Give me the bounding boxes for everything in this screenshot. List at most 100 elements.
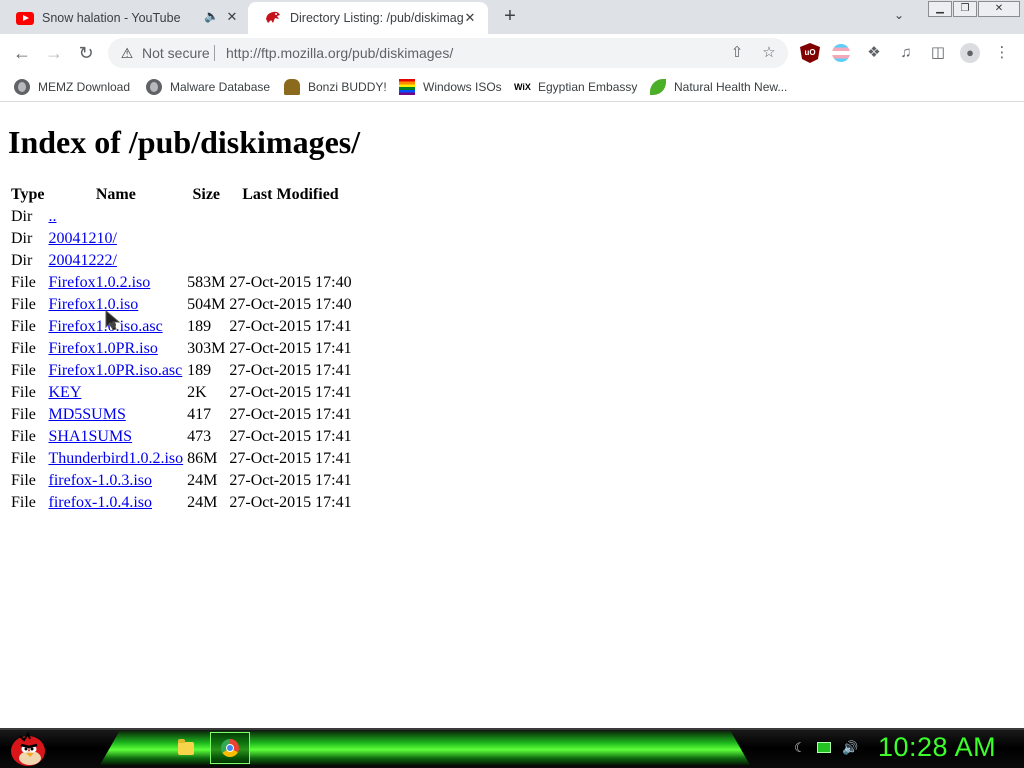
taskbar-chrome[interactable] bbox=[210, 732, 250, 764]
folder-icon bbox=[178, 738, 194, 755]
file-link[interactable]: Firefox1.0PR.iso bbox=[48, 340, 157, 357]
menu-kebab-icon[interactable]: ⋮ bbox=[992, 43, 1012, 63]
media-controls-icon[interactable]: ♫ bbox=[896, 43, 916, 63]
cell-type: File bbox=[11, 450, 36, 467]
cell-name: 20041222/ bbox=[47, 251, 184, 271]
cell-last-modified: 27-Oct-2015 17:41 bbox=[229, 450, 352, 467]
minimize-window-button[interactable]: ▁ bbox=[928, 1, 952, 17]
column-header-type: Type bbox=[11, 186, 45, 203]
bonzi-icon bbox=[284, 79, 300, 95]
cell-last-modified: 27-Oct-2015 17:40 bbox=[229, 296, 352, 313]
extensions-puzzle-icon[interactable]: ❖ bbox=[864, 43, 884, 63]
chrome-icon bbox=[221, 739, 239, 757]
file-link[interactable]: firefox-1.0.3.iso bbox=[48, 472, 152, 489]
cell-size: 189 bbox=[187, 362, 212, 379]
cell-name: .. bbox=[47, 207, 184, 227]
address-bar[interactable]: ⚠ Not secure http://ftp.mozilla.org/pub/… bbox=[108, 38, 788, 68]
share-icon[interactable]: ⇧ bbox=[728, 44, 746, 62]
cell-name: Firefox1.0PR.iso.asc bbox=[47, 361, 184, 381]
file-link[interactable]: Firefox1.0.2.iso bbox=[48, 274, 150, 291]
cell-last-modified: 27-Oct-2015 17:41 bbox=[229, 340, 352, 357]
bookmark-star-icon[interactable]: ☆ bbox=[760, 44, 778, 62]
close-tab-icon[interactable]: ✕ bbox=[224, 9, 240, 25]
profile-avatar-icon[interactable]: ● bbox=[960, 43, 980, 63]
browser-toolbar: ← → ↻ ⚠ Not secure http://ftp.mozilla.or… bbox=[0, 34, 1024, 72]
network-monitor-icon[interactable] bbox=[817, 742, 831, 753]
url-text[interactable]: http://ftp.mozilla.org/pub/diskimages/ bbox=[226, 45, 453, 61]
speaker-muted-icon[interactable]: 🔈 bbox=[204, 9, 219, 23]
file-link[interactable]: 20041222/ bbox=[48, 252, 116, 269]
bookmark-natural-health-news[interactable]: Natural Health New... bbox=[650, 76, 787, 98]
cell-type: File bbox=[11, 296, 36, 313]
cell-size: 24M bbox=[187, 472, 218, 489]
cell-name: 20041210/ bbox=[47, 229, 184, 249]
cell-size bbox=[186, 251, 226, 271]
back-button[interactable]: ← bbox=[10, 41, 34, 65]
start-angry-bird-icon[interactable] bbox=[4, 728, 52, 768]
forward-button[interactable]: → bbox=[42, 41, 66, 65]
cell-size: 189 bbox=[187, 318, 212, 335]
cell-last-modified: 27-Oct-2015 17:41 bbox=[229, 494, 352, 511]
table-row: Dir 20041210/ bbox=[10, 229, 353, 249]
taskbar-file-explorer[interactable] bbox=[166, 732, 206, 764]
table-row: File Thunderbird1.0.2.iso 86M 27-Oct-2015 1… bbox=[10, 449, 353, 469]
volume-icon[interactable]: 🔊 bbox=[842, 740, 858, 756]
wix-icon: WiX bbox=[514, 82, 531, 92]
cell-size: 504M bbox=[187, 296, 226, 313]
new-tab-button[interactable]: + bbox=[498, 4, 522, 28]
page-title: Index of /pub/diskimages/ bbox=[8, 124, 361, 160]
file-link[interactable]: SHA1SUMS bbox=[48, 428, 132, 445]
table-row: File Firefox1.0.iso 504M 27-Oct-2015 17:40 bbox=[10, 295, 353, 315]
reload-button[interactable]: ↻ bbox=[74, 41, 98, 65]
bookmark-memz-download[interactable]: MEMZ Download bbox=[14, 76, 130, 98]
cell-name: Thunderbird1.0.2.iso bbox=[47, 449, 184, 469]
cell-last-modified: 27-Oct-2015 17:41 bbox=[229, 472, 352, 489]
cell-type: File bbox=[11, 318, 36, 335]
file-link[interactable]: .. bbox=[48, 208, 56, 225]
tab-directory-listing[interactable]: Directory Listing: /pub/diskimag ✕ bbox=[248, 2, 488, 34]
bookmark-malware-database[interactable]: Malware Database bbox=[146, 76, 270, 98]
rainbow-flag-icon bbox=[399, 79, 415, 95]
cell-size: 86M bbox=[187, 450, 218, 467]
table-row: File MD5SUMS 417 27-Oct-2015 17:41 bbox=[10, 405, 353, 425]
restore-window-button[interactable]: ❐ bbox=[953, 1, 977, 17]
globe-icon bbox=[146, 79, 162, 95]
file-link[interactable]: Thunderbird1.0.2.iso bbox=[48, 450, 183, 467]
warning-icon[interactable]: ⚠ bbox=[118, 44, 136, 62]
bookmark-windows-isos[interactable]: Windows ISOs bbox=[399, 76, 502, 98]
file-link[interactable]: KEY bbox=[48, 384, 81, 401]
table-row: File firefox-1.0.3.iso 24M 27-Oct-2015 17:4… bbox=[10, 471, 353, 491]
close-tab-icon[interactable]: ✕ bbox=[462, 10, 478, 26]
file-link[interactable]: Firefox1.0PR.iso.asc bbox=[48, 362, 182, 379]
cell-size: 2K bbox=[187, 384, 207, 401]
bookmark-egyptian-embassy[interactable]: WiX Egyptian Embassy bbox=[514, 76, 637, 98]
close-window-button[interactable]: ✕ bbox=[978, 1, 1020, 17]
tray-app-icon[interactable]: ☾ bbox=[792, 740, 808, 756]
file-link[interactable]: Firefox1.0.iso bbox=[48, 296, 138, 313]
tab-search-chevron-icon[interactable]: ⌄ bbox=[894, 8, 904, 22]
cell-size bbox=[186, 207, 226, 227]
bookmark-label: Natural Health New... bbox=[674, 80, 788, 94]
security-status[interactable]: Not secure bbox=[142, 45, 210, 61]
file-link[interactable]: 20041210/ bbox=[48, 230, 116, 247]
cell-last-modified bbox=[228, 207, 352, 227]
mouse-cursor-icon bbox=[105, 309, 121, 331]
file-link[interactable]: firefox-1.0.4.iso bbox=[48, 494, 152, 511]
cell-last-modified: 27-Oct-2015 17:41 bbox=[229, 318, 352, 335]
cell-name: MD5SUMS bbox=[47, 405, 184, 425]
bookmark-label: Egyptian Embassy bbox=[538, 80, 638, 94]
cell-last-modified: 27-Oct-2015 17:41 bbox=[229, 362, 352, 379]
tab-title: Directory Listing: /pub/diskimag bbox=[290, 11, 464, 25]
cell-size: 473 bbox=[187, 428, 212, 445]
taskbar-clock[interactable]: 10:28 AM bbox=[878, 732, 996, 763]
file-link[interactable]: MD5SUMS bbox=[48, 406, 125, 423]
bookmark-bonzi-buddy[interactable]: Bonzi BUDDY! bbox=[284, 76, 387, 98]
table-row: Dir 20041222/ bbox=[10, 251, 353, 271]
side-panel-icon[interactable]: ◫ bbox=[928, 43, 948, 63]
cell-type: File bbox=[11, 384, 36, 401]
ublock-origin-icon[interactable]: uO bbox=[800, 43, 820, 63]
tab-title: Snow halation - YouTube bbox=[42, 11, 181, 25]
url-path: /pub/diskimages/ bbox=[348, 45, 454, 61]
trans-flag-extension-icon[interactable] bbox=[832, 44, 850, 62]
taskbar: ☾ 🔊 10:28 AM bbox=[0, 728, 1024, 768]
